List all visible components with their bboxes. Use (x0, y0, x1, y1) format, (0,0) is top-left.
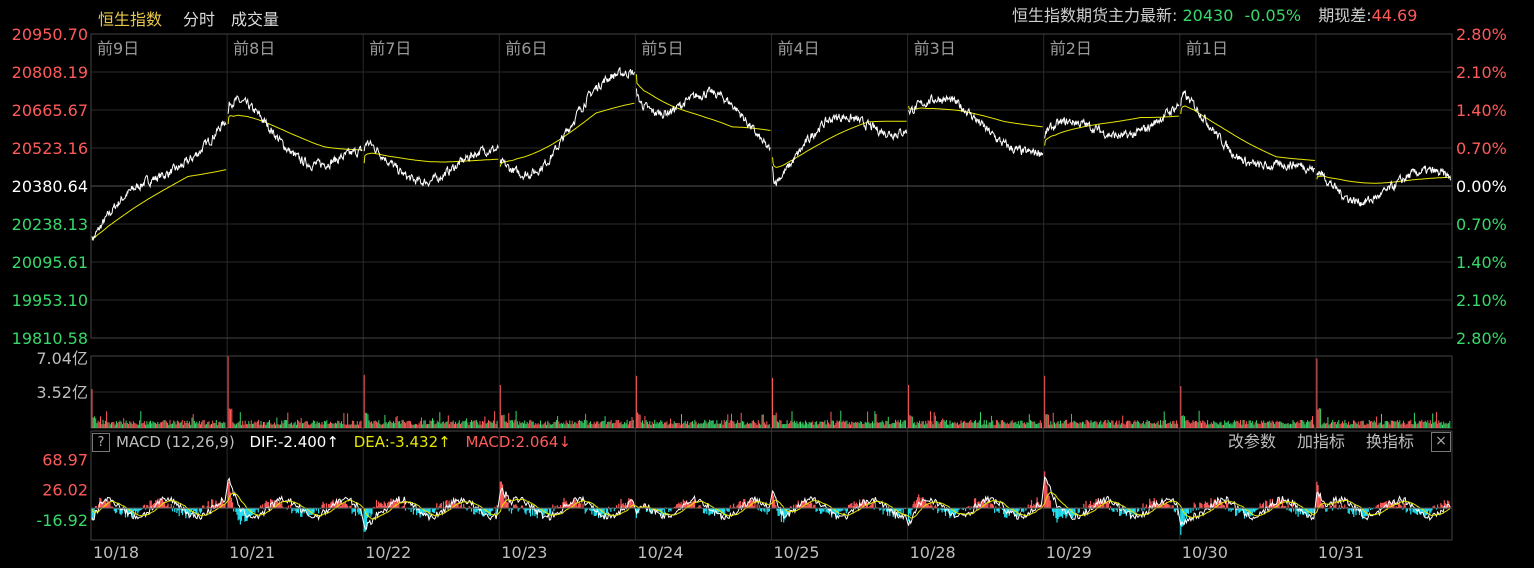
pct-tick-label: 2.10% (1456, 63, 1507, 82)
day-label: 前7日 (369, 39, 411, 58)
pct-tick-label: 0.70% (1456, 215, 1507, 234)
futures-change: -0.05% (1244, 6, 1302, 25)
day-label: 前6日 (505, 39, 547, 58)
price-line-segment (1180, 89, 1315, 175)
macd-tick-label: 68.97 (42, 450, 88, 469)
average-line-segment (1316, 175, 1451, 184)
grid-lines (91, 34, 1452, 540)
price-tick-label: 20380.64 (12, 177, 88, 196)
close-icon[interactable]: × (1431, 432, 1451, 452)
pct-tick-label: 1.40% (1456, 101, 1507, 120)
price-line-segment (908, 94, 1044, 157)
day-label: 前1日 (1186, 39, 1228, 58)
price-tick-label: 20950.70 (12, 25, 88, 44)
price-line-segment (363, 139, 499, 188)
date-tick-label: 10/30 (1182, 543, 1228, 562)
macd-dif: DIF:-2.400↑ (249, 433, 339, 451)
macd-dea: DEA:-3.432↑ (353, 433, 451, 451)
price-tick-label: 20238.13 (12, 215, 88, 234)
price-tick-label: 20095.61 (12, 253, 88, 272)
price-tick-label: 20665.67 (12, 101, 88, 120)
price-line-segment (227, 95, 363, 172)
price-line-segment (91, 120, 227, 241)
date-tick-label: 10/23 (501, 543, 547, 562)
date-tick-label: 10/22 (365, 543, 411, 562)
pct-tick-label: 1.40% (1456, 253, 1507, 272)
macd-tick-label: 26.02 (42, 481, 88, 500)
date-tick-label: 10/28 (910, 543, 956, 562)
price-tick-label: 20808.19 (12, 63, 88, 82)
volume-tick-label: 7.04亿 (36, 349, 88, 368)
price-line-segment (1044, 102, 1180, 140)
macd-label: MACD (12,26,9) (116, 433, 235, 451)
day-label: 前8日 (233, 39, 275, 58)
pct-tick-label: 0.00% (1456, 177, 1507, 196)
pct-tick-label: 2.80% (1456, 25, 1507, 44)
price-tick-label: 19810.58 (12, 329, 88, 348)
day-label: 前9日 (97, 39, 139, 58)
day-label: 前3日 (914, 39, 956, 58)
date-tick-label: 10/29 (1046, 543, 1092, 562)
day-labels: 前9日 前8日 前7日 前6日 前5日 前4日 前3日 前2日 前1日 (97, 39, 1228, 58)
date-tick-label: 10/18 (93, 543, 139, 562)
basis-value: 44.69 (1371, 6, 1418, 25)
pct-tick-label: 2.10% (1456, 291, 1507, 310)
switch-indicator-button[interactable]: 换指标 (1366, 431, 1414, 453)
average-line-segment (227, 114, 363, 151)
day-label: 前2日 (1050, 39, 1092, 58)
macd-axis: 68.97 26.02 -16.92 (36, 450, 88, 530)
pct-tick-label: 0.70% (1456, 139, 1507, 158)
day-label: 前4日 (778, 39, 820, 58)
tab-intraday[interactable]: 分时 (183, 6, 215, 30)
price-line-segment (635, 86, 771, 152)
tab-volume[interactable]: 成交量 (231, 6, 279, 30)
price-line-segment (772, 113, 908, 187)
average-line-segment (908, 105, 1043, 128)
price-tick-label: 20523.16 (12, 139, 88, 158)
price-line-segment (499, 66, 635, 181)
date-tick-label: 10/31 (1318, 543, 1364, 562)
macd-value: MACD:2.064↓ (465, 433, 572, 451)
add-indicator-button[interactable]: 加指标 (1297, 431, 1345, 453)
change-params-button[interactable]: 改参数 (1228, 431, 1276, 453)
date-tick-label: 10/21 (229, 543, 275, 562)
futures-price: 20430 (1182, 6, 1234, 25)
tab-hsi[interactable]: 恒生指数 (98, 6, 162, 30)
date-axis: 10/18 10/21 10/22 10/23 10/24 10/25 10/28 10/29… (93, 543, 1364, 562)
price-axis-left: 20950.70 20808.19 20665.67 20523.16 20380.64… (12, 25, 88, 348)
average-line-segment (91, 169, 227, 240)
volume-tick-label: 3.52亿 (36, 383, 88, 402)
day-label: 前5日 (641, 39, 683, 58)
chart-canvas: 前9日 前8日 前7日 前6日 前5日 前4日 前3日 前2日 前1日 20950.70 2080… (12, 25, 1507, 562)
volume-axis: 7.04亿 3.52亿 (36, 349, 88, 402)
macd-info-row: ? MACD (12,26,9) DIF:-2.400↑ DEA:-3.432↑ … (92, 431, 571, 453)
help-icon[interactable]: ? (92, 433, 110, 452)
average-line-segment (499, 102, 635, 167)
basis-label: 期现差: (1318, 6, 1372, 25)
price-tick-label: 19953.10 (12, 291, 88, 310)
price-axis-right: 2.80% 2.10% 1.40% 0.70% 0.00% 0.70% 1.40% 2.10%… (1456, 25, 1507, 348)
date-tick-label: 10/25 (774, 543, 820, 562)
average-line-segment (635, 74, 771, 131)
macd-tick-label: -16.92 (36, 511, 88, 530)
pct-tick-label: 2.80% (1456, 329, 1507, 348)
futures-label: 恒生指数期货主力最新: (1012, 6, 1178, 25)
date-tick-label: 10/24 (637, 543, 683, 562)
